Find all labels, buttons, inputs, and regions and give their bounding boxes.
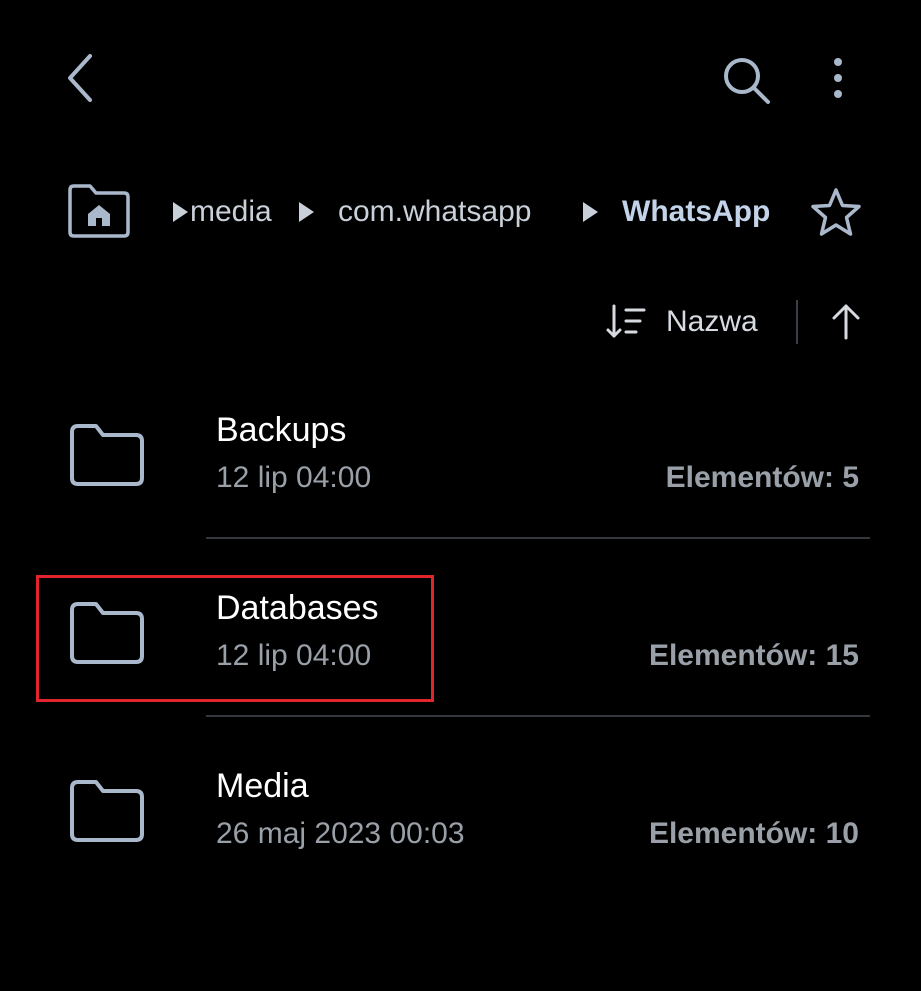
chevron-left-icon (68, 54, 92, 102)
file-count: Elementów: 15 (648, 639, 859, 672)
sort-icon (606, 304, 646, 338)
sort-divider (796, 300, 798, 344)
breadcrumb-separator-icon (296, 200, 316, 224)
file-date: 26 maj 2023 00:03 (216, 817, 465, 850)
folder-icon (70, 602, 144, 664)
home-button[interactable] (64, 180, 134, 242)
breadcrumb-item-whatsapp[interactable]: WhatsApp (622, 192, 770, 232)
file-name: Databases (216, 589, 379, 627)
favorite-button[interactable] (808, 186, 864, 240)
folder-icon (70, 424, 144, 486)
file-date: 12 lip 04:00 (216, 461, 372, 494)
home-folder-icon (68, 184, 130, 238)
list-divider (206, 537, 870, 539)
sort-button[interactable] (604, 302, 648, 342)
list-divider (206, 715, 870, 717)
file-count: Elementów: 5 (665, 461, 859, 494)
arrow-up-icon (832, 304, 860, 340)
list-item[interactable]: Media 26 maj 2023 00:03 Elementów: 10 (0, 736, 921, 914)
file-count: Elementów: 10 (648, 817, 859, 850)
breadcrumb-item-media[interactable]: media (190, 192, 272, 232)
file-name: Media (216, 767, 309, 805)
breadcrumb-separator-icon (580, 200, 600, 224)
file-name: Backups (216, 411, 347, 449)
star-outline-icon (811, 188, 861, 236)
breadcrumb-item-com-whatsapp[interactable]: com.whatsapp (338, 192, 531, 232)
list-item[interactable]: Databases 12 lip 04:00 Elementów: 15 (0, 558, 921, 736)
sort-direction-button[interactable] (826, 300, 866, 344)
file-date: 12 lip 04:00 (216, 639, 372, 672)
list-item[interactable]: Backups 12 lip 04:00 Elementów: 5 (0, 380, 921, 558)
more-options-button[interactable] (820, 52, 856, 108)
folder-icon (70, 780, 144, 842)
more-vertical-icon (834, 58, 842, 98)
breadcrumb-separator-icon (170, 200, 190, 224)
search-button[interactable] (718, 52, 774, 108)
back-button[interactable] (56, 48, 106, 108)
sort-label[interactable]: Nazwa (666, 302, 758, 342)
search-icon (724, 58, 770, 104)
